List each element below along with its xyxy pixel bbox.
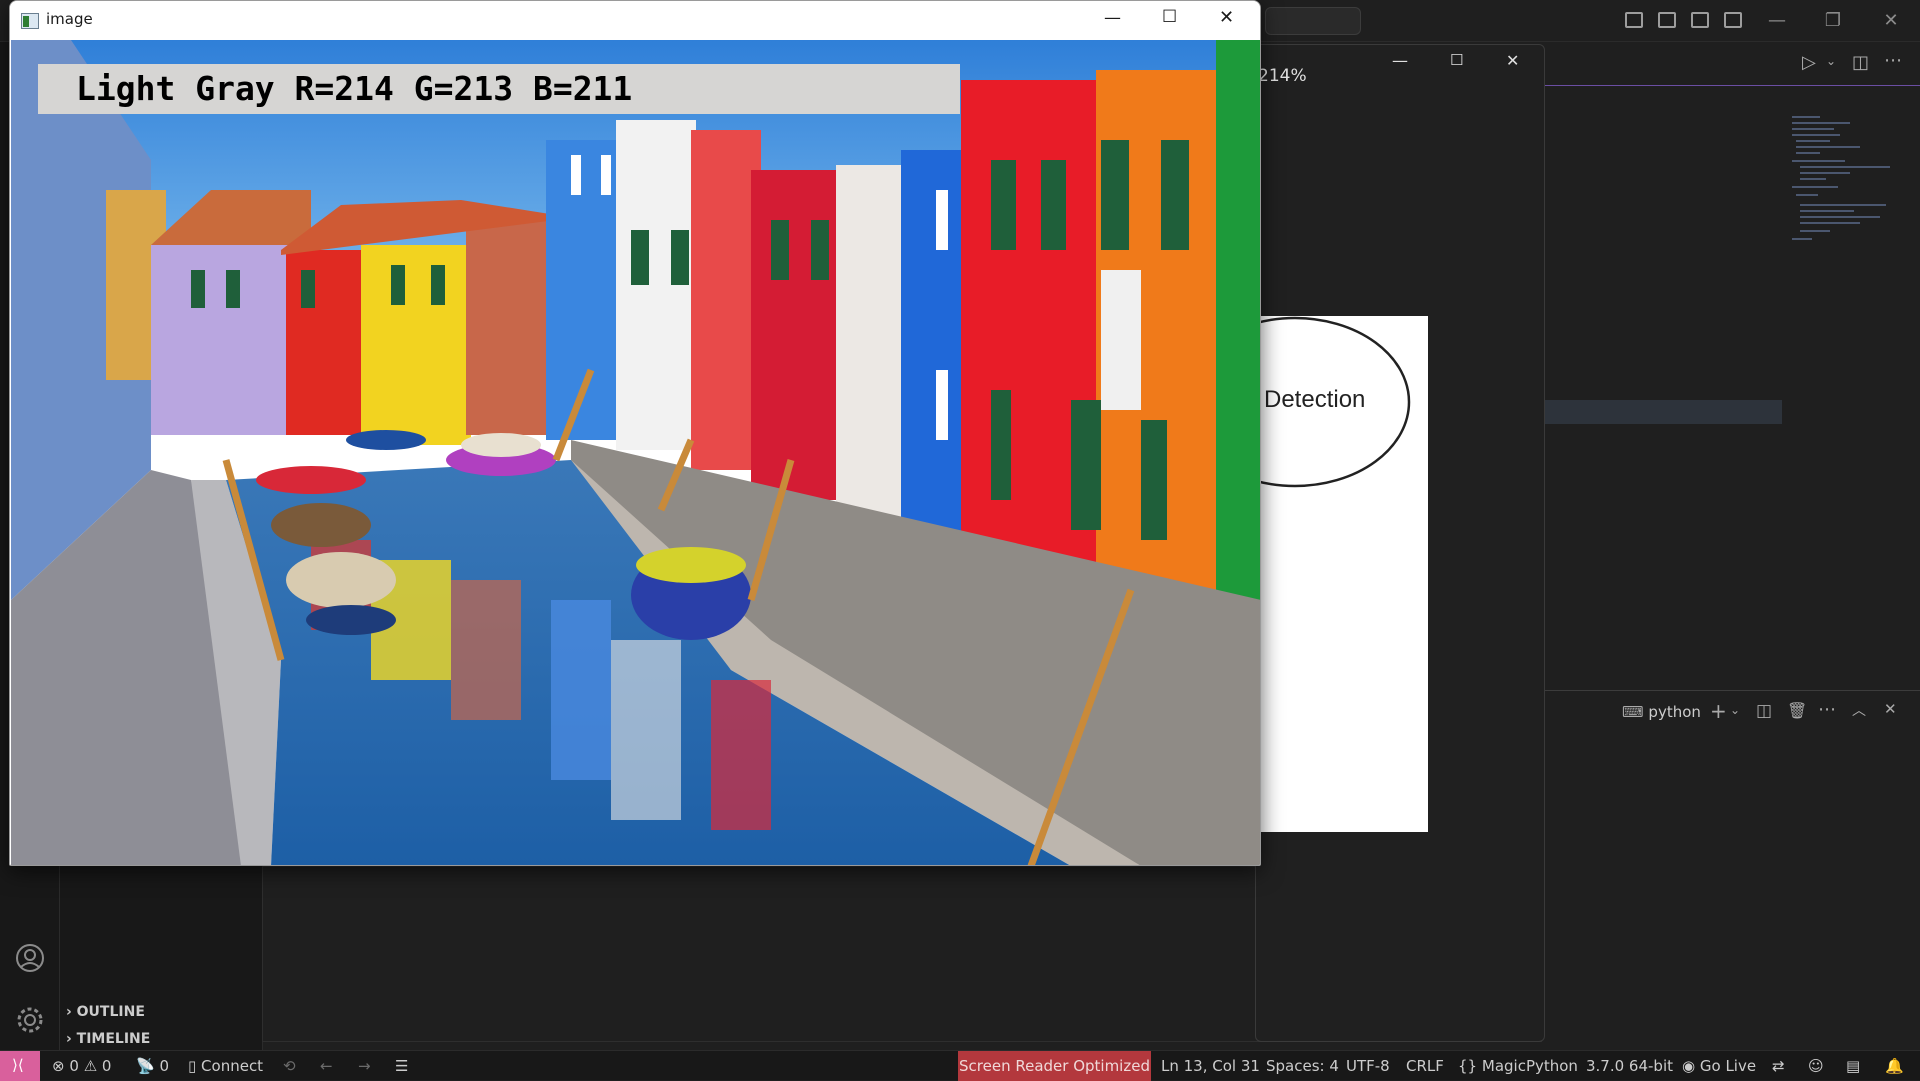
broadcast-icon: ◉ (1682, 1057, 1696, 1075)
run-python-icon[interactable]: ▷ (1802, 52, 1816, 73)
terminal-panel[interactable] (1542, 734, 1920, 1050)
go-live-button[interactable]: ◉ Go Live (1682, 1051, 1756, 1081)
connect-button[interactable]: ▯ Connect (188, 1051, 263, 1081)
command-center-search[interactable] (1265, 7, 1361, 35)
connect-label: Connect (201, 1057, 264, 1075)
copilot-icon[interactable]: ☺ (1808, 1051, 1824, 1081)
plot-close-icon[interactable]: ✕ (1506, 51, 1519, 70)
remote-indicator[interactable]: ⟩⟨ (0, 1051, 40, 1081)
accounts-icon[interactable] (14, 942, 46, 974)
sidebar-section-timeline[interactable]: › TIMELINE (66, 1027, 256, 1051)
more-actions-icon[interactable]: ⋯ (1818, 699, 1836, 720)
more-actions-icon[interactable]: ⋯ (1884, 50, 1902, 71)
chevron-right-icon: › (66, 1031, 77, 1047)
plot-canvas[interactable]: Detection (1255, 316, 1428, 832)
ports-indicator[interactable]: 📡 0 (136, 1051, 169, 1081)
canal-photo-drawing (11, 40, 1260, 865)
detected-color-label: Light Gray R=214 G=213 B=211 (38, 64, 960, 114)
ports-antenna-icon: 📡 (136, 1057, 155, 1075)
vscode-close-icon[interactable]: ✕ (1880, 10, 1902, 32)
toggle-primary-sidebar-icon[interactable] (1625, 12, 1643, 28)
settings-sliders-icon[interactable]: ☰ (395, 1051, 408, 1081)
customize-layout-icon[interactable] (1724, 12, 1742, 28)
sidebar-section-outline[interactable]: › OUTLINE (66, 1000, 256, 1024)
editor-actions-toolbar: ▷ ⌄ ◫ ⋯ (1542, 42, 1920, 86)
error-count: 0 (69, 1057, 79, 1075)
chevron-down-icon[interactable]: ⌄ (1730, 703, 1740, 717)
toggle-secondary-sidebar-icon[interactable] (1691, 12, 1709, 28)
braces-icon: {} (1458, 1057, 1478, 1075)
screen-reader-mode[interactable]: Screen Reader Optimized (958, 1051, 1151, 1081)
plot-maximize-icon[interactable]: ☐ (1450, 51, 1463, 69)
ports-count: 0 (159, 1057, 170, 1075)
minimap-code-lines (1792, 116, 1890, 240)
toggle-panel-icon[interactable] (1658, 12, 1676, 28)
terminal-tab[interactable]: ⌨ python (1622, 703, 1701, 721)
maximize-panel-icon[interactable]: ︿ (1852, 700, 1866, 720)
split-editor-icon[interactable]: ◫ (1852, 52, 1869, 73)
sidebar-section-label: TIMELINE (76, 1031, 151, 1047)
feedback-icon[interactable]: ▤ (1846, 1051, 1860, 1081)
chevron-right-icon: › (66, 1004, 77, 1020)
maximize-icon[interactable]: ☐ (1162, 7, 1177, 27)
status-bar: ⟩⟨ ⊗ 0 ⚠ 0 📡 0 ▯ Connect ⟲ ← → ☰ Screen … (0, 1050, 1920, 1081)
image-window: image — ☐ ✕ Light Gray R=214 G=213 B=211 (9, 0, 1261, 866)
problems-indicator[interactable]: ⊗ 0 ⚠ 0 (52, 1051, 111, 1081)
terminal-panel-header: ⌨ python + ⌄ ◫ 🗑 ⋯ ︿ ✕ (1542, 690, 1920, 734)
vscode-maximize-icon[interactable]: ❐ (1822, 10, 1844, 32)
notifications-bell-icon[interactable]: 🔔 (1885, 1051, 1904, 1081)
encoding[interactable]: UTF-8 (1346, 1051, 1390, 1081)
python-interpreter[interactable]: 3.7.0 64-bit (1586, 1051, 1673, 1081)
close-panel-icon[interactable]: ✕ (1884, 700, 1897, 718)
warning-count: 0 (101, 1057, 112, 1075)
language-mode[interactable]: {} MagicPython (1458, 1051, 1578, 1081)
minimap[interactable] (1542, 87, 1920, 689)
sidebar-section-label: OUTLINE (76, 1004, 145, 1020)
end-of-line[interactable]: CRLF (1406, 1051, 1444, 1081)
minimap-slider[interactable] (1542, 400, 1782, 424)
plot-zoom-readout: 214% (1258, 66, 1307, 86)
back-arrow-icon[interactable]: ← (320, 1051, 333, 1081)
forward-arrow-icon[interactable]: → (358, 1051, 371, 1081)
terminal-icon: ⌨ (1622, 703, 1649, 721)
live-share-icon[interactable]: ⇄ (1772, 1051, 1785, 1081)
terminal-name: python (1648, 703, 1701, 721)
language-label: MagicPython (1481, 1057, 1578, 1075)
go-live-label: Go Live (1699, 1057, 1757, 1075)
remote-icon: ⟩⟨ (12, 1056, 24, 1074)
warning-icon: ⚠ (83, 1057, 98, 1075)
manage-gear-icon[interactable] (14, 1004, 46, 1036)
image-window-titlebar[interactable]: image — ☐ ✕ (10, 1, 1260, 40)
vscode-minimize-icon[interactable]: — (1766, 10, 1788, 32)
no-sync-icon[interactable]: ⟲ (283, 1051, 296, 1081)
cursor-position[interactable]: Ln 13, Col 31 (1161, 1051, 1260, 1081)
kill-terminal-trash-icon[interactable]: 🗑 (1787, 701, 1807, 720)
minimize-icon[interactable]: — (1104, 8, 1121, 28)
close-icon[interactable]: ✕ (1219, 7, 1234, 28)
split-terminal-icon[interactable]: ◫ (1756, 701, 1772, 721)
error-icon: ⊗ (52, 1057, 65, 1075)
app-window-icon (21, 13, 39, 29)
ellipse-label: Detection (1264, 386, 1366, 413)
window-title: image (46, 10, 93, 28)
canal-photo[interactable]: Light Gray R=214 G=213 B=211 (11, 40, 1260, 865)
chevron-down-icon[interactable]: ⌄ (1826, 54, 1836, 68)
database-icon: ▯ (188, 1057, 197, 1075)
plot-minimize-icon[interactable]: — (1392, 51, 1408, 70)
new-terminal-icon[interactable]: + (1710, 699, 1727, 723)
indentation[interactable]: Spaces: 4 (1266, 1051, 1339, 1081)
